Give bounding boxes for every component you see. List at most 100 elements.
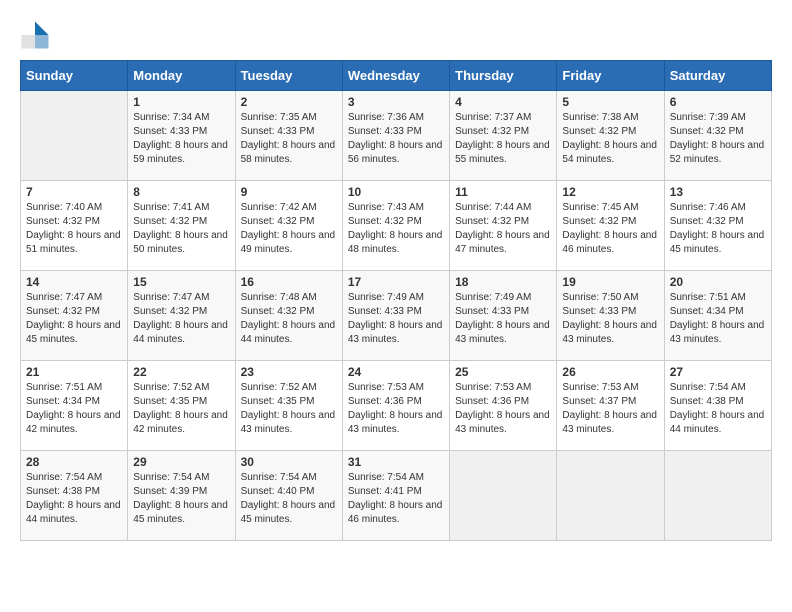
sunset-time: Sunset: 4:33 PM xyxy=(562,305,658,319)
sunrise-time: Sunrise: 7:40 AM xyxy=(26,201,122,215)
sunrise-time: Sunrise: 7:38 AM xyxy=(562,111,658,125)
calendar-cell: 23 Sunrise: 7:52 AMSunset: 4:35 PMDayligh… xyxy=(235,361,342,451)
cell-content: Sunrise: 7:42 AMSunset: 4:32 PMDaylight:… xyxy=(241,201,337,257)
sunset-time: Sunset: 4:33 PM xyxy=(348,125,444,139)
cell-content: Sunrise: 7:44 AMSunset: 4:32 PMDaylight:… xyxy=(455,201,551,257)
calendar-cell: 3Sunrise: 7:36 AMSunset: 4:33 PMDaylight… xyxy=(342,91,449,181)
daylight-hours: Daylight: 8 hours and 51 minutes. xyxy=(26,229,122,257)
day-number: 7 xyxy=(26,185,122,199)
day-number: 18 xyxy=(455,275,551,289)
calendar-cell xyxy=(557,451,664,541)
day-number: 6 xyxy=(670,95,766,109)
daylight-hours: Daylight: 8 hours and 43 minutes. xyxy=(670,319,766,347)
cell-content: Sunrise: 7:52 AMSunset: 4:35 PMDaylight:… xyxy=(241,381,337,437)
sunset-time: Sunset: 4:38 PM xyxy=(670,395,766,409)
cell-content: Sunrise: 7:39 AMSunset: 4:32 PMDaylight:… xyxy=(670,111,766,167)
day-number: 17 xyxy=(348,275,444,289)
cell-content: Sunrise: 7:37 AMSunset: 4:32 PMDaylight:… xyxy=(455,111,551,167)
sunset-time: Sunset: 4:32 PM xyxy=(455,215,551,229)
calendar-cell: 29 Sunrise: 7:54 AMSunset: 4:39 PMDayligh… xyxy=(128,451,235,541)
header-day-monday: Monday xyxy=(128,61,235,91)
sunrise-time: Sunrise: 7:53 AM xyxy=(348,381,444,395)
daylight-hours: Daylight: 8 hours and 59 minutes. xyxy=(133,139,229,167)
sunrise-time: Sunrise: 7:34 AM xyxy=(133,111,229,125)
cell-content: Sunrise: 7:51 AMSunset: 4:34 PMDaylight:… xyxy=(26,381,122,437)
sunset-time: Sunset: 4:32 PM xyxy=(133,305,229,319)
sunrise-time: Sunrise: 7:47 AM xyxy=(26,291,122,305)
cell-content: Sunrise: 7:54 AMSunset: 4:39 PMDaylight:… xyxy=(133,471,229,527)
sunrise-time: Sunrise: 7:35 AM xyxy=(241,111,337,125)
calendar-cell: 24Sunrise: 7:53 AMSunset: 4:36 PMDayligh… xyxy=(342,361,449,451)
cell-content: Sunrise: 7:41 AMSunset: 4:32 PMDaylight:… xyxy=(133,201,229,257)
daylight-hours: Daylight: 8 hours and 43 minutes. xyxy=(241,409,337,437)
sunset-time: Sunset: 4:38 PM xyxy=(26,485,122,499)
sunset-time: Sunset: 4:33 PM xyxy=(455,305,551,319)
sunrise-time: Sunrise: 7:51 AM xyxy=(26,381,122,395)
calendar-cell: 30Sunrise: 7:54 AMSunset: 4:40 PMDayligh… xyxy=(235,451,342,541)
sunset-time: Sunset: 4:39 PM xyxy=(133,485,229,499)
calendar-cell: 7 Sunrise: 7:40 AMSunset: 4:32 PMDaylight… xyxy=(21,181,128,271)
sunset-time: Sunset: 4:36 PM xyxy=(455,395,551,409)
calendar-cell: 19 Sunrise: 7:50 AMSunset: 4:33 PMDayligh… xyxy=(557,271,664,361)
daylight-hours: Daylight: 8 hours and 43 minutes. xyxy=(562,319,658,347)
calendar-week-2: 14Sunrise: 7:47 AMSunset: 4:32 PMDayligh… xyxy=(21,271,772,361)
sunrise-time: Sunrise: 7:42 AM xyxy=(241,201,337,215)
calendar-week-1: 7Sunrise: 7:40 AMSunset: 4:32 PMDaylight… xyxy=(21,181,772,271)
calendar-cell: 14Sunrise: 7:47 AMSunset: 4:32 PMDayligh… xyxy=(21,271,128,361)
day-number: 19 xyxy=(562,275,658,289)
sunrise-time: Sunrise: 7:41 AM xyxy=(133,201,229,215)
daylight-hours: Daylight: 8 hours and 44 minutes. xyxy=(26,499,122,527)
cell-content: Sunrise: 7:43 AMSunset: 4:32 PMDaylight:… xyxy=(348,201,444,257)
cell-content: Sunrise: 7:47 AMSunset: 4:32 PMDaylight:… xyxy=(26,291,122,347)
cell-content: Sunrise: 7:34 AMSunset: 4:33 PMDaylight:… xyxy=(133,111,229,167)
day-number: 23 xyxy=(241,365,337,379)
daylight-hours: Daylight: 8 hours and 44 minutes. xyxy=(241,319,337,347)
daylight-hours: Daylight: 8 hours and 56 minutes. xyxy=(348,139,444,167)
calendar-cell: 16Sunrise: 7:48 AMSunset: 4:32 PMDayligh… xyxy=(235,271,342,361)
sunset-time: Sunset: 4:33 PM xyxy=(133,125,229,139)
day-number: 13 xyxy=(670,185,766,199)
cell-content: Sunrise: 7:49 AMSunset: 4:33 PMDaylight:… xyxy=(455,291,551,347)
calendar-cell: 15Sunrise: 7:47 AMSunset: 4:32 PMDayligh… xyxy=(128,271,235,361)
day-number: 9 xyxy=(241,185,337,199)
day-number: 10 xyxy=(348,185,444,199)
sunrise-time: Sunrise: 7:54 AM xyxy=(26,471,122,485)
daylight-hours: Daylight: 8 hours and 43 minutes. xyxy=(455,319,551,347)
sunset-time: Sunset: 4:35 PM xyxy=(241,395,337,409)
day-number: 20 xyxy=(670,275,766,289)
daylight-hours: Daylight: 8 hours and 45 minutes. xyxy=(241,499,337,527)
calendar-week-0: 1Sunrise: 7:34 AMSunset: 4:33 PMDaylight… xyxy=(21,91,772,181)
calendar-cell: 13Sunrise: 7:46 AMSunset: 4:32 PMDayligh… xyxy=(664,181,771,271)
day-number: 2 xyxy=(241,95,337,109)
daylight-hours: Daylight: 8 hours and 45 minutes. xyxy=(133,499,229,527)
calendar-week-3: 21Sunrise: 7:51 AMSunset: 4:34 PMDayligh… xyxy=(21,361,772,451)
day-number: 4 xyxy=(455,95,551,109)
daylight-hours: Daylight: 8 hours and 44 minutes. xyxy=(670,409,766,437)
day-number: 12 xyxy=(562,185,658,199)
sunrise-time: Sunrise: 7:50 AM xyxy=(562,291,658,305)
calendar-cell: 12Sunrise: 7:45 AMSunset: 4:32 PMDayligh… xyxy=(557,181,664,271)
cell-content: Sunrise: 7:54 AMSunset: 4:38 PMDaylight:… xyxy=(670,381,766,437)
day-number: 29 xyxy=(133,455,229,469)
cell-content: Sunrise: 7:54 AMSunset: 4:38 PMDaylight:… xyxy=(26,471,122,527)
sunrise-time: Sunrise: 7:54 AM xyxy=(348,471,444,485)
sunset-time: Sunset: 4:32 PM xyxy=(26,305,122,319)
sunset-time: Sunset: 4:32 PM xyxy=(26,215,122,229)
daylight-hours: Daylight: 8 hours and 58 minutes. xyxy=(241,139,337,167)
sunrise-time: Sunrise: 7:47 AM xyxy=(133,291,229,305)
calendar-cell: 5Sunrise: 7:38 AMSunset: 4:32 PMDaylight… xyxy=(557,91,664,181)
daylight-hours: Daylight: 8 hours and 47 minutes. xyxy=(455,229,551,257)
sunset-time: Sunset: 4:32 PM xyxy=(562,125,658,139)
calendar-cell: 21Sunrise: 7:51 AMSunset: 4:34 PMDayligh… xyxy=(21,361,128,451)
calendar-cell: 6 Sunrise: 7:39 AMSunset: 4:32 PMDaylight… xyxy=(664,91,771,181)
day-number: 3 xyxy=(348,95,444,109)
day-number: 25 xyxy=(455,365,551,379)
cell-content: Sunrise: 7:52 AMSunset: 4:35 PMDaylight:… xyxy=(133,381,229,437)
sunset-time: Sunset: 4:32 PM xyxy=(241,215,337,229)
header-day-wednesday: Wednesday xyxy=(342,61,449,91)
sunset-time: Sunset: 4:32 PM xyxy=(455,125,551,139)
calendar-cell: 22Sunrise: 7:52 AMSunset: 4:35 PMDayligh… xyxy=(128,361,235,451)
cell-content: Sunrise: 7:53 AMSunset: 4:36 PMDaylight:… xyxy=(455,381,551,437)
daylight-hours: Daylight: 8 hours and 49 minutes. xyxy=(241,229,337,257)
daylight-hours: Daylight: 8 hours and 46 minutes. xyxy=(562,229,658,257)
